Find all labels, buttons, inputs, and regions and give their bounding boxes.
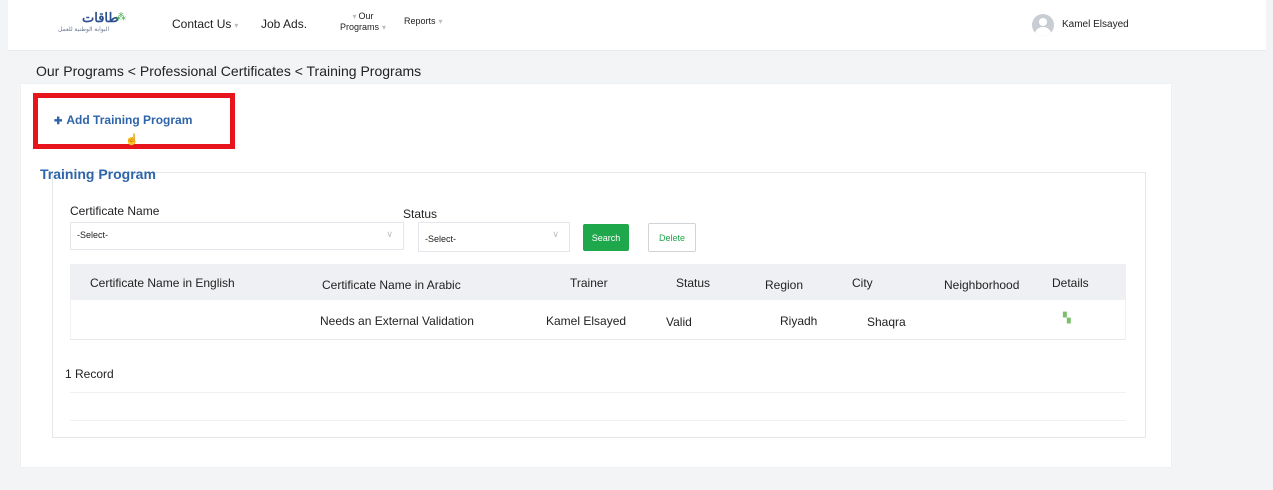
record-count: 1 Record [65, 367, 114, 381]
avatar[interactable] [1032, 14, 1054, 36]
status-label: Status [403, 207, 438, 221]
chevron-down-icon: ∨ [386, 229, 393, 239]
hand-cursor-icon: ☝ [125, 134, 139, 146]
column-header: Region [765, 278, 804, 292]
table-cell: Valid [666, 315, 692, 329]
table-cell: Riyadh [780, 314, 818, 328]
column-header: Certificate Name in Arabic [322, 278, 461, 292]
chevron-down-icon: ▾ [234, 21, 239, 30]
plus-icon: ✚ [54, 116, 63, 127]
column-header: City [852, 276, 873, 290]
details-icon[interactable]: ▚ [1063, 313, 1071, 324]
chevron-down-icon: ∨ [552, 229, 559, 239]
table-cell: Shaqra [867, 315, 906, 329]
chevron-down-icon: ▾ [438, 17, 443, 26]
table-cell: Kamel Elsayed [546, 314, 627, 328]
chevron-down-icon: ▾ [352, 12, 357, 21]
column-header: Details [1052, 276, 1089, 290]
certificate-name-select[interactable]: -Select- ∨ [70, 222, 404, 250]
add-training-program-label: Add Training Program [66, 113, 193, 127]
taqat-logo[interactable]: طاقات ⁂ البوابة الوطنية للعمل [58, 10, 138, 36]
nav-contact-us[interactable]: Contact Us ▾ [172, 17, 238, 31]
search-button[interactable]: Search [583, 224, 629, 251]
divider [70, 392, 1126, 393]
section-title: Training Program [40, 166, 156, 182]
column-header: Trainer [570, 276, 608, 290]
table-row: Needs an External Validation Kamel Elsay… [70, 300, 1126, 340]
delete-button[interactable]: Delete [648, 223, 696, 252]
logo-text: طاقات [82, 10, 119, 25]
nav-contact-us-label: Contact Us [172, 17, 232, 31]
nav-our-programs-label-1: Our [358, 11, 374, 21]
nav-reports[interactable]: Reports ▾ [404, 16, 443, 26]
nav-reports-label: Reports [404, 16, 436, 26]
column-header: Neighborhood [944, 278, 1020, 292]
table-cell: Needs an External Validation [320, 314, 474, 328]
nav-our-programs[interactable]: ▾ Our Programs ▾ [340, 11, 386, 33]
certificate-name-select-value: -Select- [77, 230, 109, 240]
divider [70, 420, 1126, 421]
user-name[interactable]: Kamel Elsayed [1062, 19, 1129, 30]
certificate-name-label: Certificate Name [70, 204, 160, 218]
logo-mark-icon: ⁂ [116, 12, 126, 23]
logo-subtext: البوابة الوطنية للعمل [58, 27, 110, 33]
column-header: Certificate Name in English [90, 276, 235, 290]
column-header: Status [676, 276, 711, 290]
status-select[interactable]: -Select- ∨ [418, 222, 570, 252]
chevron-down-icon: ▾ [382, 23, 387, 32]
status-select-value: -Select- [425, 234, 457, 244]
nav-job-ads-label: Job Ads. [261, 17, 308, 31]
add-training-program-button[interactable]: ✚ Add Training Program [54, 113, 192, 127]
breadcrumb: Our Programs < Professional Certificates… [36, 63, 422, 79]
nav-our-programs-label-2: Programs [340, 22, 380, 32]
nav-job-ads[interactable]: Job Ads. [261, 17, 307, 31]
table-header: Certificate Name in English Certificate … [70, 264, 1126, 300]
